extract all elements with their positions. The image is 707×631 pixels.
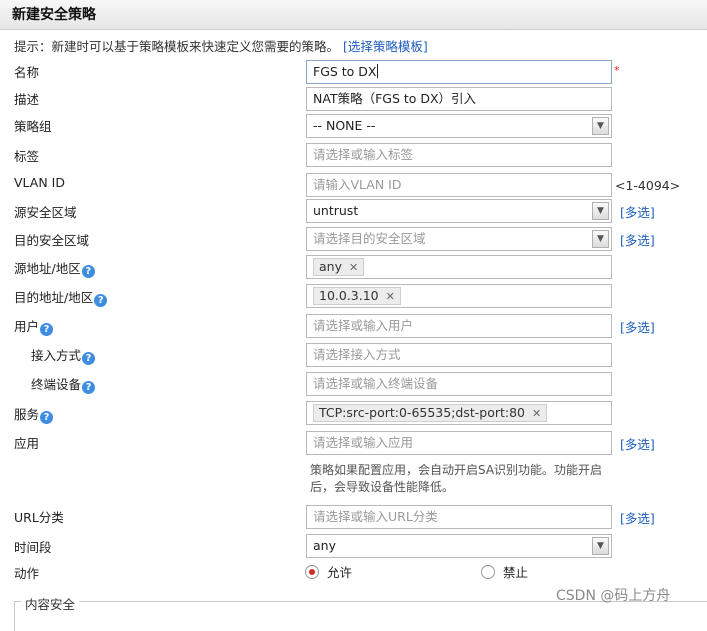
tag-label: 标签	[14, 149, 40, 164]
content-security-legend: 内容安全	[21, 594, 80, 613]
description-label: 描述	[14, 92, 40, 107]
tag-field[interactable]: 请选择或输入标签	[306, 143, 612, 167]
access-mode-label: 接入方式?	[31, 345, 96, 365]
remove-icon[interactable]: ✕	[532, 407, 541, 420]
required-mark: *	[614, 64, 620, 77]
help-icon[interactable]: ?	[81, 265, 95, 278]
application-note-line2: 后，会导致设备性能降低。	[310, 480, 455, 494]
dest-address-field[interactable]: 10.0.3.10 ✕	[306, 284, 612, 308]
dialog-title: 新建安全策略	[12, 7, 96, 23]
source-address-tag: any ✕	[313, 258, 365, 276]
chevron-down-icon[interactable]: ▼	[592, 230, 609, 248]
hint-message: 提示：新建时可以基于策略模板来快速定义您需要的策略。	[14, 39, 340, 54]
hint-text: 提示：新建时可以基于策略模板来快速定义您需要的策略。 [选择策略模板]	[14, 36, 428, 55]
time-range-select[interactable]: any ▼	[306, 534, 612, 558]
service-label-text: 服务	[14, 407, 40, 422]
dest-zone-multi-link[interactable]: [多选]	[620, 230, 655, 249]
help-icon[interactable]: ?	[82, 352, 96, 365]
application-field[interactable]: 请选择或输入应用	[306, 431, 612, 455]
select-template-link[interactable]: [选择策略模板]	[343, 39, 428, 54]
access-mode-label-text: 接入方式	[31, 348, 82, 363]
source-address-field[interactable]: any ✕	[306, 255, 612, 279]
dest-address-tag: 10.0.3.10 ✕	[313, 287, 401, 305]
radio-unselected-icon[interactable]	[481, 564, 495, 579]
terminal-device-label-text: 终端设备	[31, 377, 82, 392]
help-icon[interactable]: ?	[82, 381, 96, 394]
dest-zone-select[interactable]: 请选择目的安全区域 ▼	[306, 227, 612, 251]
service-field[interactable]: TCP:src-port:0-65535;dst-port:80 ✕	[306, 401, 612, 425]
help-icon[interactable]: ?	[40, 411, 54, 424]
text-caret	[376, 64, 378, 78]
content-security-section: 内容安全	[14, 594, 707, 631]
user-label-text: 用户	[14, 319, 40, 334]
application-multi-link[interactable]: [多选]	[620, 434, 655, 453]
service-tag: TCP:src-port:0-65535;dst-port:80 ✕	[313, 404, 548, 422]
radio-selected-icon[interactable]	[305, 564, 319, 579]
time-range-value: any	[313, 538, 336, 553]
policy-group-label: 策略组	[14, 119, 52, 134]
dest-address-label: 目的地址/地区?	[14, 287, 108, 307]
terminal-device-label: 终端设备?	[31, 374, 96, 394]
terminal-device-field[interactable]: 请选择或输入终端设备	[306, 372, 612, 396]
name-field[interactable]: FGS to DX	[306, 60, 612, 84]
description-field[interactable]: NAT策略（FGS to DX）引入	[306, 87, 612, 111]
source-zone-select[interactable]: untrust ▼	[306, 199, 612, 223]
action-deny-radio[interactable]: 禁止	[481, 562, 528, 581]
chevron-down-icon[interactable]: ▼	[592, 537, 609, 555]
source-zone-value: untrust	[313, 203, 359, 218]
chevron-down-icon[interactable]: ▼	[592, 202, 609, 220]
source-address-label: 源地址/地区?	[14, 258, 95, 278]
policy-group-value: -- NONE --	[313, 118, 376, 133]
application-note: 策略如果配置应用，会自动开启SA识别功能。功能开启 后，会导致设备性能降低。	[310, 462, 622, 496]
remove-icon[interactable]: ✕	[386, 290, 395, 303]
action-label: 动作	[14, 566, 40, 581]
user-field[interactable]: 请选择或输入用户	[306, 314, 612, 338]
chevron-down-icon[interactable]: ▼	[592, 117, 609, 135]
name-value: FGS to DX	[313, 64, 377, 79]
dest-address-label-text: 目的地址/地区	[14, 290, 94, 305]
dest-address-tag-text: 10.0.3.10	[319, 288, 379, 303]
vlan-id-field[interactable]: 请输入VLAN ID	[306, 173, 612, 197]
access-mode-field[interactable]: 请选择接入方式	[306, 343, 612, 367]
user-label: 用户?	[14, 316, 54, 336]
service-label: 服务?	[14, 404, 54, 424]
action-allow-label: 允许	[327, 565, 353, 580]
application-note-line1: 策略如果配置应用，会自动开启SA识别功能。功能开启	[310, 463, 603, 477]
source-address-tag-text: any	[319, 259, 342, 274]
dest-zone-placeholder: 请选择目的安全区域	[313, 231, 426, 246]
remove-icon[interactable]: ✕	[349, 261, 358, 274]
help-icon[interactable]: ?	[94, 294, 108, 307]
time-range-label: 时间段	[14, 540, 52, 555]
application-label: 应用	[14, 436, 40, 451]
vlan-id-label: VLAN ID	[14, 175, 65, 190]
source-address-label-text: 源地址/地区	[14, 261, 81, 276]
vlan-id-range: <1-4094>	[615, 178, 681, 193]
url-category-multi-link[interactable]: [多选]	[620, 508, 655, 527]
name-label: 名称	[14, 65, 40, 80]
source-zone-label: 源安全区域	[14, 205, 77, 220]
watermark: CSDN @码上方舟	[556, 588, 671, 604]
dest-zone-label: 目的安全区域	[14, 233, 90, 248]
action-allow-radio[interactable]: 允许	[305, 562, 352, 581]
help-icon[interactable]: ?	[40, 323, 54, 336]
source-zone-multi-link[interactable]: [多选]	[620, 202, 655, 221]
user-multi-link[interactable]: [多选]	[620, 317, 655, 336]
action-deny-label: 禁止	[503, 565, 529, 580]
service-tag-text: TCP:src-port:0-65535;dst-port:80	[319, 405, 526, 420]
policy-group-select[interactable]: -- NONE -- ▼	[306, 114, 612, 138]
url-category-label: URL分类	[14, 510, 64, 525]
url-category-field[interactable]: 请选择或输入URL分类	[306, 505, 612, 529]
dialog-titlebar: 新建安全策略	[0, 0, 707, 30]
